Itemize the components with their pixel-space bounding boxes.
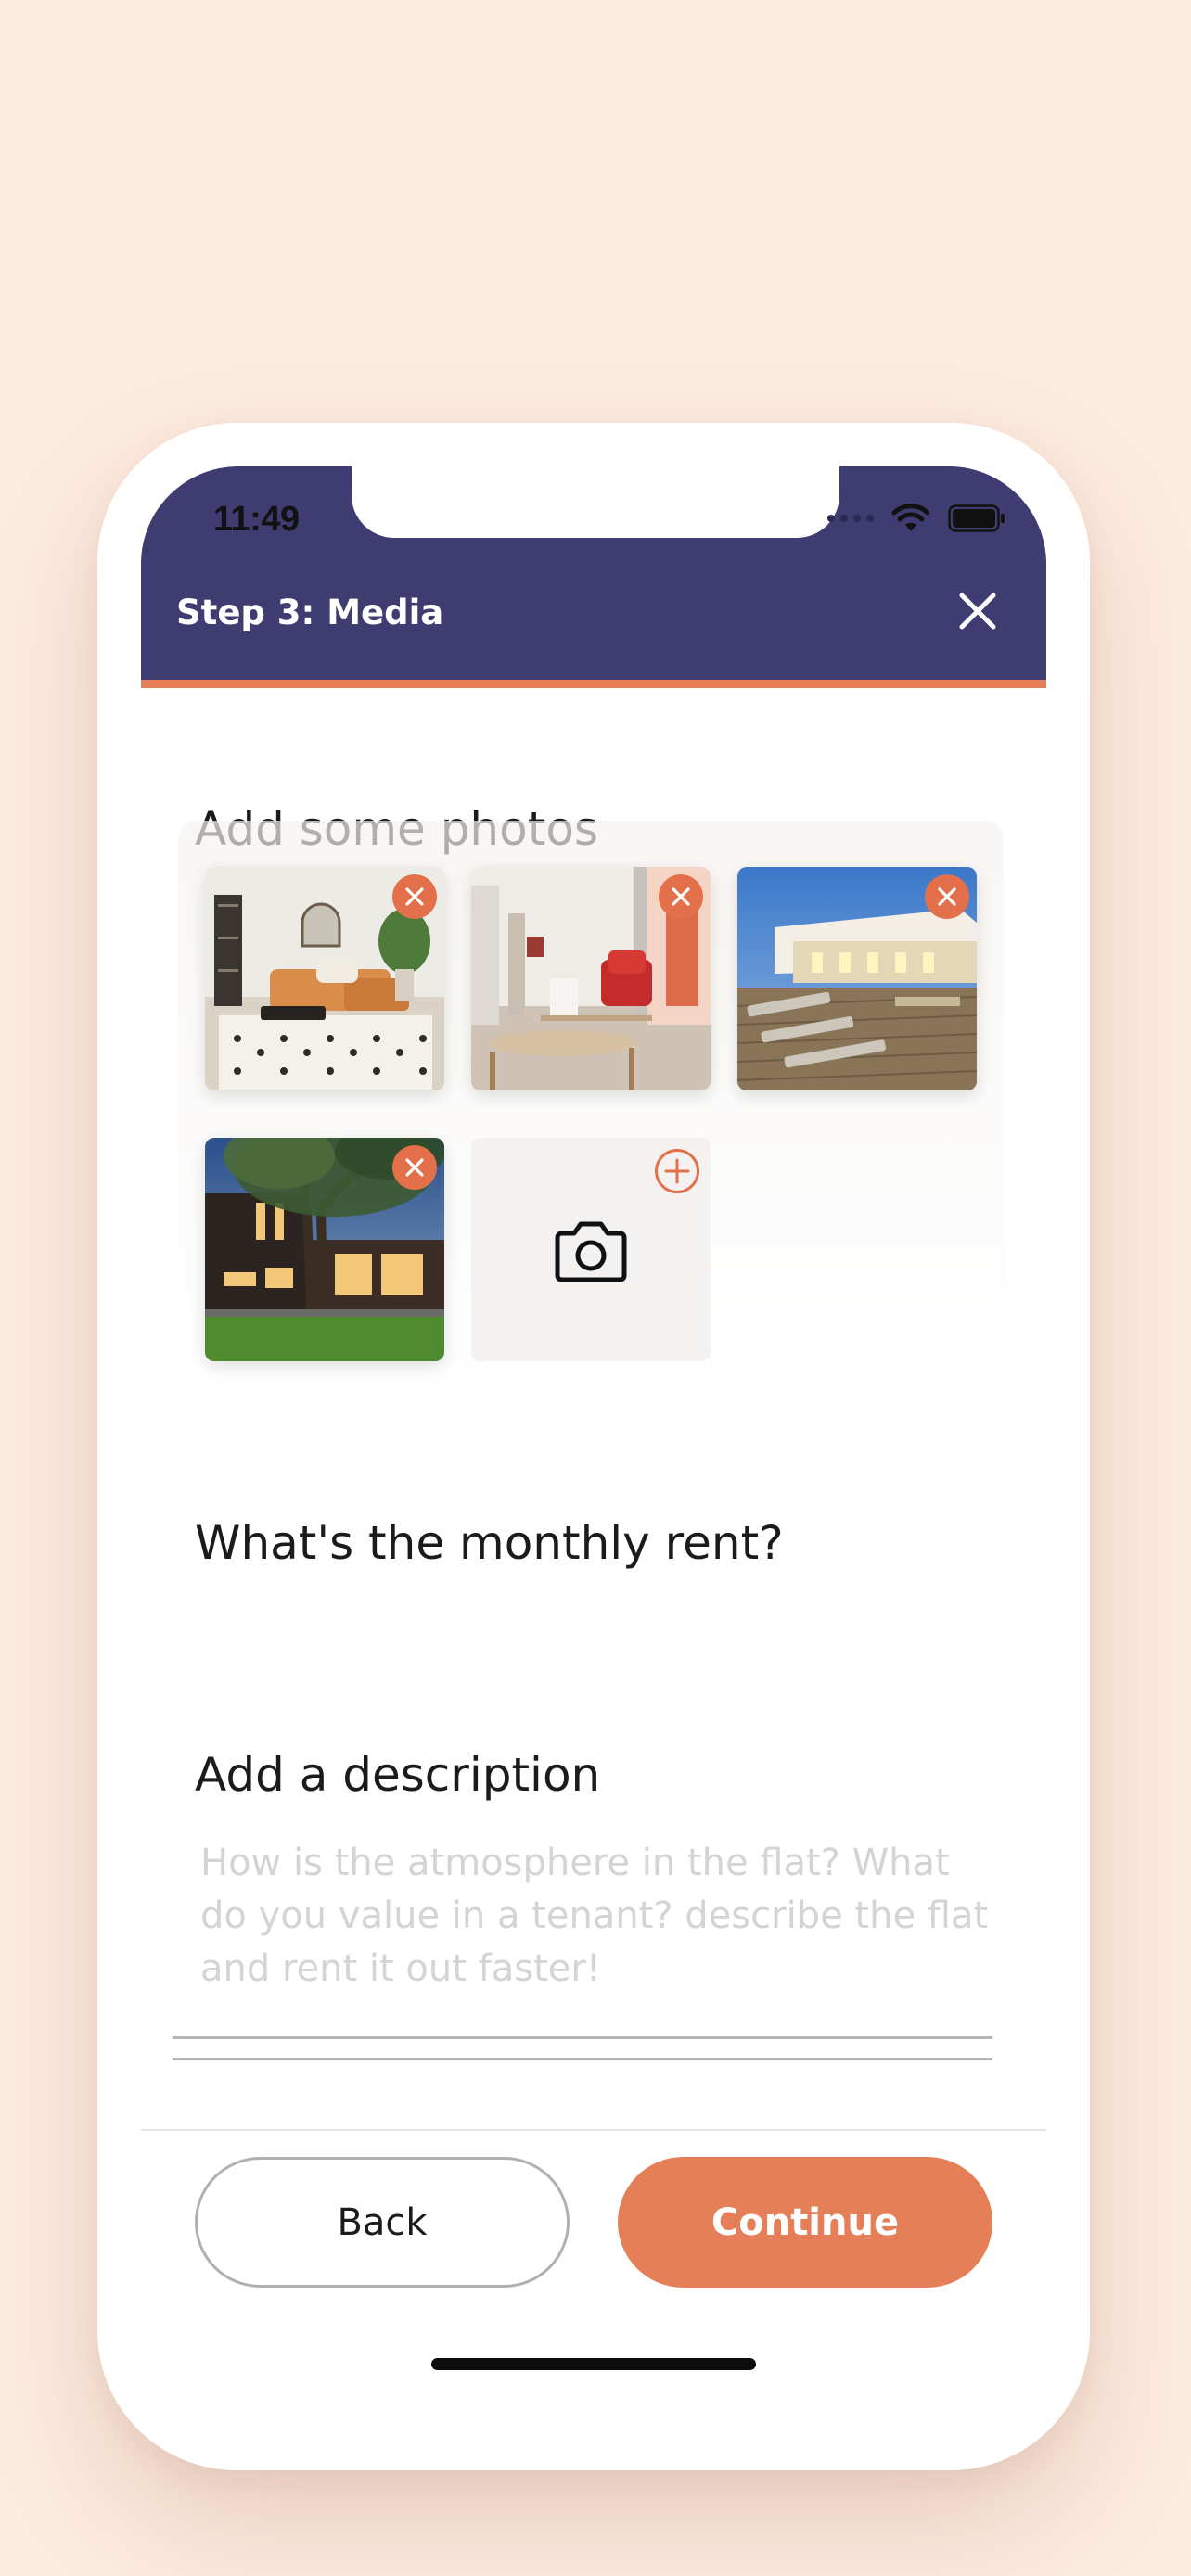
continue-button[interactable]: Continue — [618, 2157, 992, 2288]
rent-section-title: What's the monthly rent? — [195, 1516, 784, 1570]
photo-tile-modern-house[interactable] — [205, 1138, 444, 1361]
remove-photo-button[interactable] — [925, 874, 969, 919]
page-title: Step 3: Media — [176, 593, 444, 632]
home-indicator — [431, 2358, 756, 2370]
status-icons — [827, 504, 1005, 533]
remove-photo-button[interactable] — [392, 874, 437, 919]
device-notch — [352, 466, 839, 538]
photo-tile-red-armchair-room[interactable] — [471, 867, 711, 1090]
back-button[interactable]: Back — [195, 2157, 570, 2288]
close-icon — [672, 887, 690, 906]
description-underline — [173, 2036, 992, 2039]
close-icon — [405, 1158, 424, 1177]
close-button[interactable] — [957, 591, 998, 631]
footer-divider — [141, 2129, 1046, 2131]
photo-tile-terrace[interactable] — [737, 867, 977, 1090]
rent-input[interactable] — [195, 1588, 974, 1644]
description-textarea[interactable] — [200, 1837, 989, 2013]
wifi-icon — [891, 504, 930, 531]
plus-circle-icon — [655, 1149, 699, 1193]
phone-frame: 11:49 Step 3: Media What's the monthly r… — [97, 423, 1090, 2470]
close-icon — [405, 887, 424, 906]
description-section-title: Add a description — [195, 1748, 601, 1802]
remove-photo-button[interactable] — [659, 874, 703, 919]
photo-tile-living-room[interactable] — [205, 867, 444, 1090]
app-screen: 11:49 Step 3: Media What's the monthly r… — [141, 466, 1046, 2427]
close-icon — [938, 887, 956, 906]
rent-underline — [173, 2058, 992, 2060]
app-header: 11:49 Step 3: Media — [141, 466, 1046, 688]
status-time: 11:49 — [213, 500, 300, 539]
camera-icon — [555, 1221, 627, 1282]
close-icon — [959, 593, 996, 630]
battery-icon — [948, 504, 1005, 532]
cellular-signal-icon — [827, 515, 874, 522]
add-photo-button[interactable] — [471, 1138, 711, 1361]
remove-photo-button[interactable] — [392, 1145, 437, 1190]
